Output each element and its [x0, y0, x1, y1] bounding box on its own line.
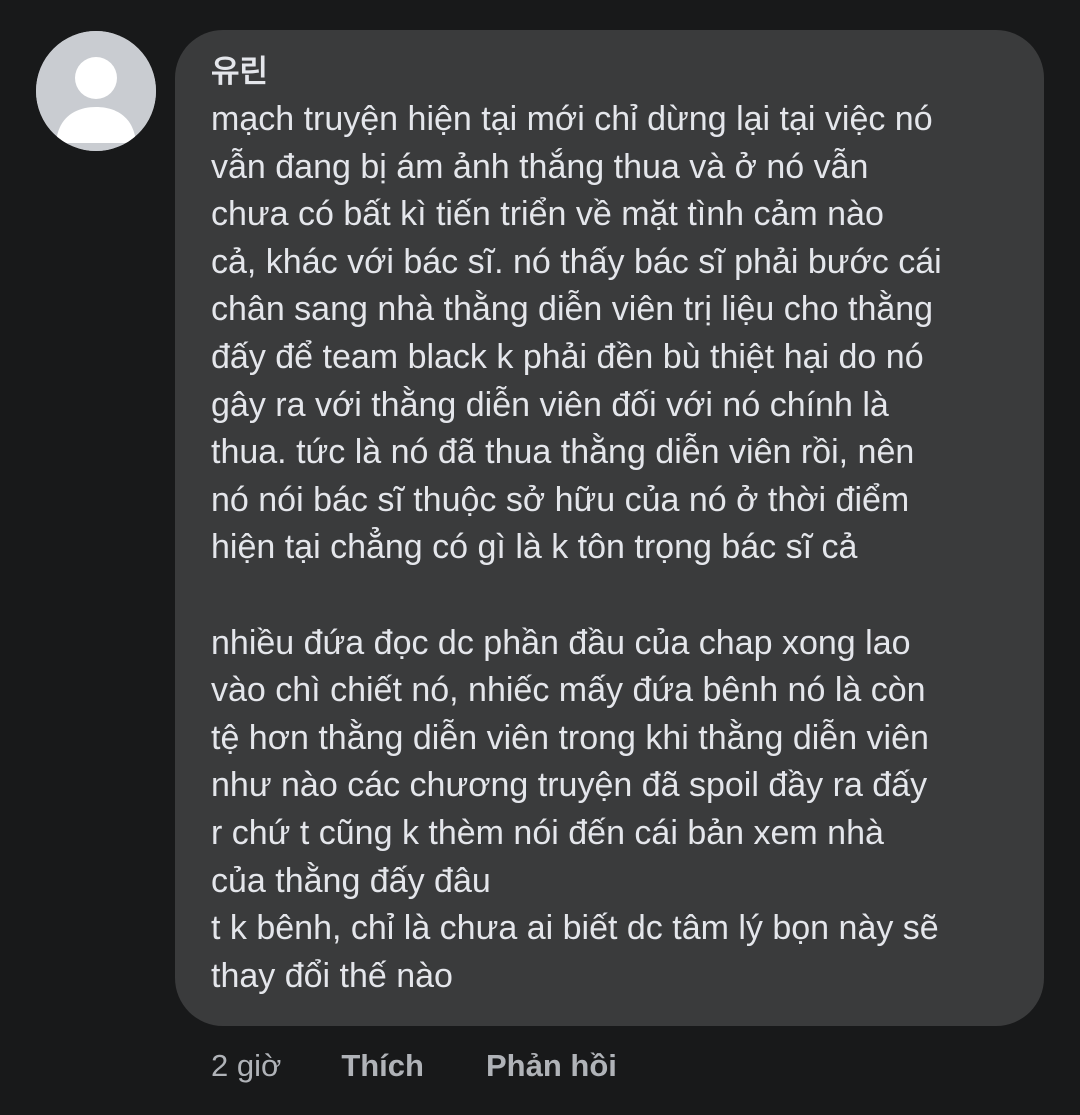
- comment-line: t k bênh, chỉ là chưa ai biết dc tâm lý …: [211, 909, 939, 948]
- comment-line: chân sang nhà thằng diễn viên trị liệu c…: [211, 290, 934, 329]
- comment-blank-line: [211, 572, 1010, 620]
- like-button[interactable]: Thích: [341, 1048, 424, 1084]
- comment-line: vẫn đang bị ám ảnh thắng thua và ở nó vẫ…: [211, 147, 869, 186]
- comment-line: r chứ t cũng k thèm nói đến cái bản xem …: [211, 813, 884, 852]
- comment-line: vào chì chiết nó, nhiếc mấy đứa bênh nó …: [211, 671, 926, 710]
- avatar[interactable]: [36, 31, 156, 151]
- comment-line: thay đổi thế nào: [211, 956, 453, 995]
- comment-timestamp[interactable]: 2 giờ: [211, 1048, 281, 1084]
- comment-line: đấy để team black k phải đền bù thiệt hạ…: [211, 337, 924, 376]
- comment-author[interactable]: 유린: [211, 50, 1010, 94]
- comment-line: như nào các chương truyện đã spoil đầy r…: [211, 766, 928, 805]
- reply-button[interactable]: Phản hồi: [486, 1048, 617, 1084]
- comment-thread: 유린 mạch truyện hiện tại mới chỉ dừng lại…: [0, 0, 1080, 1115]
- comment-line: gây ra với thằng diễn viên đối với nó ch…: [211, 385, 889, 424]
- comment-line: mạch truyện hiện tại mới chỉ dừng lại tạ…: [211, 100, 933, 138]
- comment-line: hiện tại chẳng có gì là k tôn trọng bác …: [211, 528, 858, 567]
- comment-bubble: 유린 mạch truyện hiện tại mới chỉ dừng lại…: [175, 30, 1044, 1026]
- comment-line: tệ hơn thằng diễn viên trong khi thằng d…: [211, 718, 929, 757]
- default-profile-icon: [36, 31, 156, 151]
- comment-actions: 2 giờ Thích Phản hồi: [211, 1044, 617, 1088]
- comment-line: chưa có bất kì tiến triển về mặt tình cả…: [211, 195, 884, 234]
- comment-line: nó nói bác sĩ thuộc sở hữu của nó ở thời…: [211, 480, 910, 519]
- comment-text: mạch truyện hiện tại mới chỉ dừng lại tạ…: [211, 96, 1010, 1000]
- comment-line: cả, khác với bác sĩ. nó thấy bác sĩ phải…: [211, 242, 942, 281]
- comment-line: nhiều đứa đọc dc phần đầu của chap xong …: [211, 623, 911, 662]
- comment-line: thua. tức là nó đã thua thằng diễn viên …: [211, 433, 915, 472]
- comment-line: của thằng đấy đâu: [211, 861, 491, 900]
